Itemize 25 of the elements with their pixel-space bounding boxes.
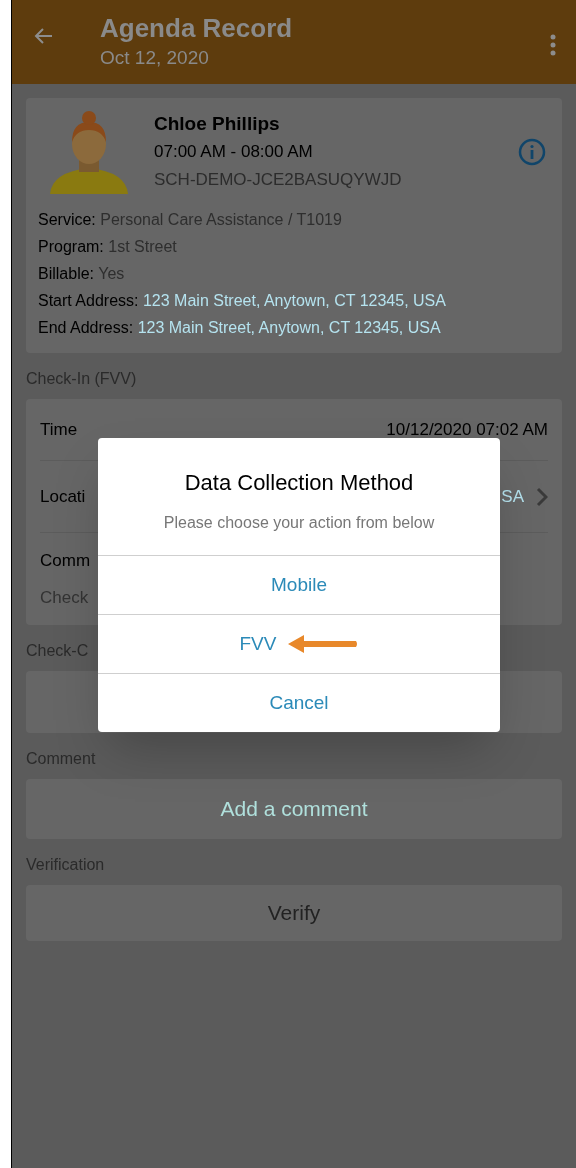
time-value: 10/12/2020 07:02 AM (386, 418, 548, 441)
dialog-option[interactable]: FVV (239, 629, 277, 659)
detail-line: Program: 1st Street (38, 237, 178, 257)
location-label: Locati (40, 485, 86, 508)
visit-time: 07:00 AM - 08:00 AM (154, 141, 314, 163)
dialog-option[interactable]: Cancel (269, 688, 329, 718)
screen-title: Agenda Record (100, 12, 294, 44)
schedule-code: SCH-DEMO-JCE2BASUQYWJD (154, 169, 403, 191)
comment-label: Comm (40, 549, 92, 572)
chevron-right-icon[interactable] (536, 486, 548, 507)
dialog-option[interactable]: Mobile (271, 570, 327, 600)
dialog-message: Please choose your action from below (162, 513, 436, 533)
dialog-title: Data Collection Method (183, 469, 415, 497)
client-name: Chloe Phillips (154, 112, 281, 136)
time-label: Time (40, 418, 78, 441)
info-icon[interactable] (518, 138, 546, 166)
detail-line: Start Address: 123 Main Street, Anytown, CT 12345, USA (38, 291, 447, 311)
detail-line: End Address: 123 Main Street, Anytown, CT 12345, USA (38, 318, 442, 338)
detail-line: Service: Personal Care Assistance / T1019 (38, 210, 343, 230)
verify-button[interactable]: Verify (26, 885, 562, 941)
more-menu-icon[interactable] (550, 34, 556, 56)
location-value: SA (501, 485, 524, 508)
detail-line: Billable: Yes (38, 264, 126, 284)
screen-date: Oct 12, 2020 (100, 46, 210, 70)
add-comment-button[interactable]: Add a comment (26, 779, 562, 839)
